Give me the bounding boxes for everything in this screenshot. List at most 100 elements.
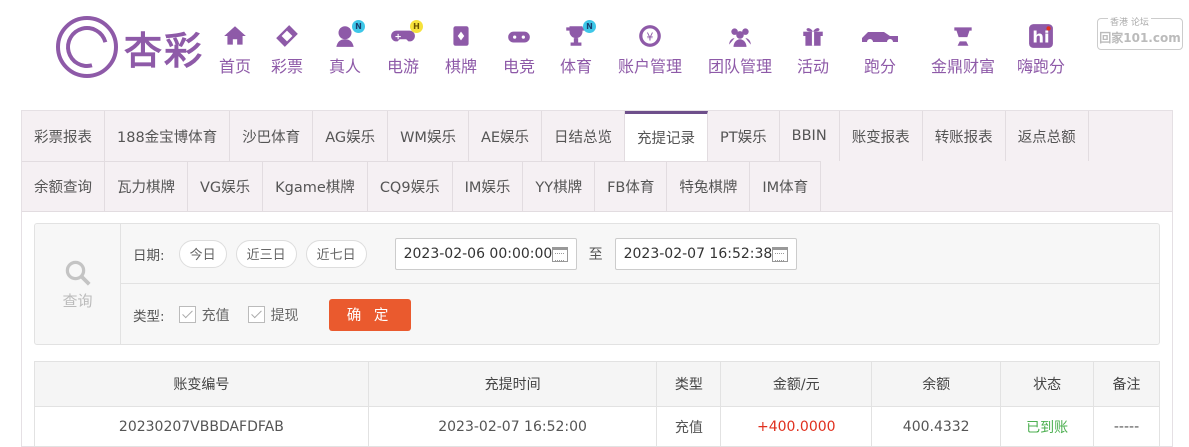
col-id: 账变编号 xyxy=(34,361,369,407)
tab-item[interactable]: IM体育 xyxy=(750,161,822,211)
svg-text:hi: hi xyxy=(1032,28,1049,47)
type-row: 类型: 充值 提现 确 定 xyxy=(121,285,1159,344)
home-icon xyxy=(217,22,253,50)
tab-item[interactable]: 日结总览 xyxy=(542,111,626,161)
nav-label: 棋牌 xyxy=(444,57,477,76)
search-icon xyxy=(65,260,91,286)
nav-item-promo[interactable]: 活动 xyxy=(784,22,842,82)
tab-item[interactable]: 188金宝博体育 xyxy=(105,111,231,161)
hi-icon: hi xyxy=(1023,22,1059,50)
nav-item-team[interactable]: 团队管理 xyxy=(696,22,784,82)
tab-item[interactable]: AE娱乐 xyxy=(469,111,543,161)
watermark-top: 香港 论坛 xyxy=(1108,15,1151,28)
coin-icon: ¥ xyxy=(632,22,668,50)
date-separator: 至 xyxy=(588,246,603,263)
watermark-logo: 香港 论坛 回家101.com xyxy=(1097,15,1183,50)
end-date-input[interactable]: 2023-02-07 16:52:38 xyxy=(614,237,797,270)
records-table: 账变编号 充提时间 类型 金额/元 余额 状态 备注 20230207VBBDA… xyxy=(34,361,1160,447)
team-icon xyxy=(722,22,758,50)
withdraw-checkbox[interactable]: 提现 xyxy=(247,305,299,325)
nav-item-slots[interactable]: H 电游 xyxy=(374,20,432,82)
cell-type: 充值 xyxy=(656,406,722,447)
new-badge: N xyxy=(583,20,596,33)
tab-item[interactable]: 余额查询 xyxy=(22,161,105,211)
col-balance: 余额 xyxy=(871,361,1002,407)
nav-item-home[interactable]: 首页 xyxy=(212,22,258,82)
tab-item[interactable]: VG娱乐 xyxy=(188,161,264,211)
nav-item-wealth[interactable]: 金鼎财富 xyxy=(918,22,1008,82)
watermark-text: 回家101.com xyxy=(1099,31,1181,45)
date-row: 日期: 今日 近三日 近七日 2023-02-06 00:00:00 至 202… xyxy=(121,224,1159,284)
cell-amount: +400.0000 xyxy=(720,406,873,447)
today-button[interactable]: 今日 xyxy=(178,239,227,268)
last-3-days-button[interactable]: 近三日 xyxy=(235,239,297,268)
new-badge: N xyxy=(352,20,365,33)
report-tabs: 彩票报表 188金宝博体育 沙巴体育 AG娱乐 WM娱乐 AE娱乐 日结总览 充提记录 PT娱乐… xyxy=(22,111,1172,212)
col-time: 充提时间 xyxy=(367,361,658,407)
cell-status: 已到账 xyxy=(1000,406,1095,447)
nav-item-account[interactable]: ¥ 账户管理 xyxy=(604,22,696,82)
trophy-icon: N xyxy=(558,20,596,50)
tab-item[interactable]: CQ9娱乐 xyxy=(367,161,453,211)
deposit-label: 充值 xyxy=(201,307,230,324)
tab-item[interactable]: 彩票报表 xyxy=(22,111,105,161)
deposit-checkbox[interactable]: 充值 xyxy=(178,305,230,325)
svg-text:¥: ¥ xyxy=(647,30,654,43)
tab-item[interactable]: 充提记录 xyxy=(625,111,709,161)
tab-item[interactable]: BBIN xyxy=(780,111,840,161)
tab-item[interactable]: AG娱乐 xyxy=(313,111,389,161)
tab-item[interactable]: IM娱乐 xyxy=(452,161,524,211)
type-label: 类型: xyxy=(133,308,165,325)
header: 杏彩 首页 彩票 N 真人 H 电游 棋牌 电竞 N 体育 ¥ 账户管理 团队管… xyxy=(0,0,1189,96)
gift-icon xyxy=(795,22,831,50)
tab-item[interactable]: 转账报表 xyxy=(923,111,1006,161)
table-row: 20230207VBBDAFDFAB 2023-02-07 16:52:00 充… xyxy=(34,406,1160,447)
nav-item-live[interactable]: N 真人 xyxy=(316,20,374,82)
last-7-days-button[interactable]: 近七日 xyxy=(305,239,367,268)
nav-label: 团队管理 xyxy=(707,57,772,76)
tab-row-1: 彩票报表 188金宝博体育 沙巴体育 AG娱乐 WM娱乐 AE娱乐 日结总览 充提记录 PT娱乐… xyxy=(22,111,1172,161)
nav-label: 真人 xyxy=(328,57,361,76)
nav-item-runscore[interactable]: 跑分 xyxy=(842,22,918,82)
car-icon xyxy=(857,22,903,50)
tab-item[interactable]: FB体育 xyxy=(595,161,668,211)
report-panel: 彩票报表 188金宝博体育 沙巴体育 AG娱乐 WM娱乐 AE娱乐 日结总览 充提记录 PT娱乐… xyxy=(21,110,1173,447)
tab-item[interactable]: Kgame棋牌 xyxy=(263,161,368,211)
logo-mark-icon xyxy=(56,16,118,78)
logo[interactable]: 杏彩 xyxy=(56,14,216,80)
start-date-input[interactable]: 2023-02-06 00:00:00 xyxy=(394,237,577,270)
tab-item[interactable]: 特兔棋牌 xyxy=(667,161,751,211)
wealth-icon xyxy=(945,22,981,50)
search-label: 查询 xyxy=(62,291,93,310)
col-type: 类型 xyxy=(656,361,722,407)
confirm-button[interactable]: 确 定 xyxy=(328,298,411,331)
checkbox-icon xyxy=(178,306,196,323)
col-status: 状态 xyxy=(1000,361,1095,407)
tab-item[interactable]: YY棋牌 xyxy=(523,161,596,211)
tab-item[interactable]: 沙巴体育 xyxy=(230,111,314,161)
hot-badge: H xyxy=(410,20,423,33)
nav-item-hi-runscore[interactable]: hi 嗨跑分 xyxy=(1008,22,1074,82)
cell-time: 2023-02-07 16:52:00 xyxy=(367,406,658,447)
dealer-icon: N xyxy=(327,20,365,50)
nav-label: 金鼎财富 xyxy=(930,57,995,76)
nav-item-esports[interactable]: 电竞 xyxy=(490,22,548,82)
nav-label: 体育 xyxy=(559,57,592,76)
nav-label: 嗨跑分 xyxy=(1016,57,1065,76)
search-button[interactable]: 查询 xyxy=(35,224,121,344)
tab-item[interactable]: 返点总额 xyxy=(1006,111,1089,161)
tab-item[interactable]: 瓦力棋牌 xyxy=(105,161,188,211)
filter-box: 查询 日期: 今日 近三日 近七日 2023-02-06 00:00:00 至 … xyxy=(34,223,1160,345)
col-amount: 金额/元 xyxy=(720,361,873,407)
table-header-row: 账变编号 充提时间 类型 金额/元 余额 状态 备注 xyxy=(34,361,1160,407)
calendar-icon xyxy=(551,246,568,262)
nav-item-sports[interactable]: N 体育 xyxy=(548,20,604,82)
tab-row-2: 余额查询 瓦力棋牌 VG娱乐 Kgame棋牌 CQ9娱乐 IM娱乐 YY棋牌 FB体育 特兔棋牌… xyxy=(22,161,1172,211)
nav-item-chess[interactable]: 棋牌 xyxy=(432,22,490,82)
tab-item[interactable]: WM娱乐 xyxy=(388,111,469,161)
nav-item-lottery[interactable]: 彩票 xyxy=(258,22,316,82)
nav-label: 活动 xyxy=(796,57,829,76)
date-label: 日期: xyxy=(133,247,165,264)
tab-item[interactable]: PT娱乐 xyxy=(708,111,780,161)
tab-item[interactable]: 账变报表 xyxy=(840,111,923,161)
